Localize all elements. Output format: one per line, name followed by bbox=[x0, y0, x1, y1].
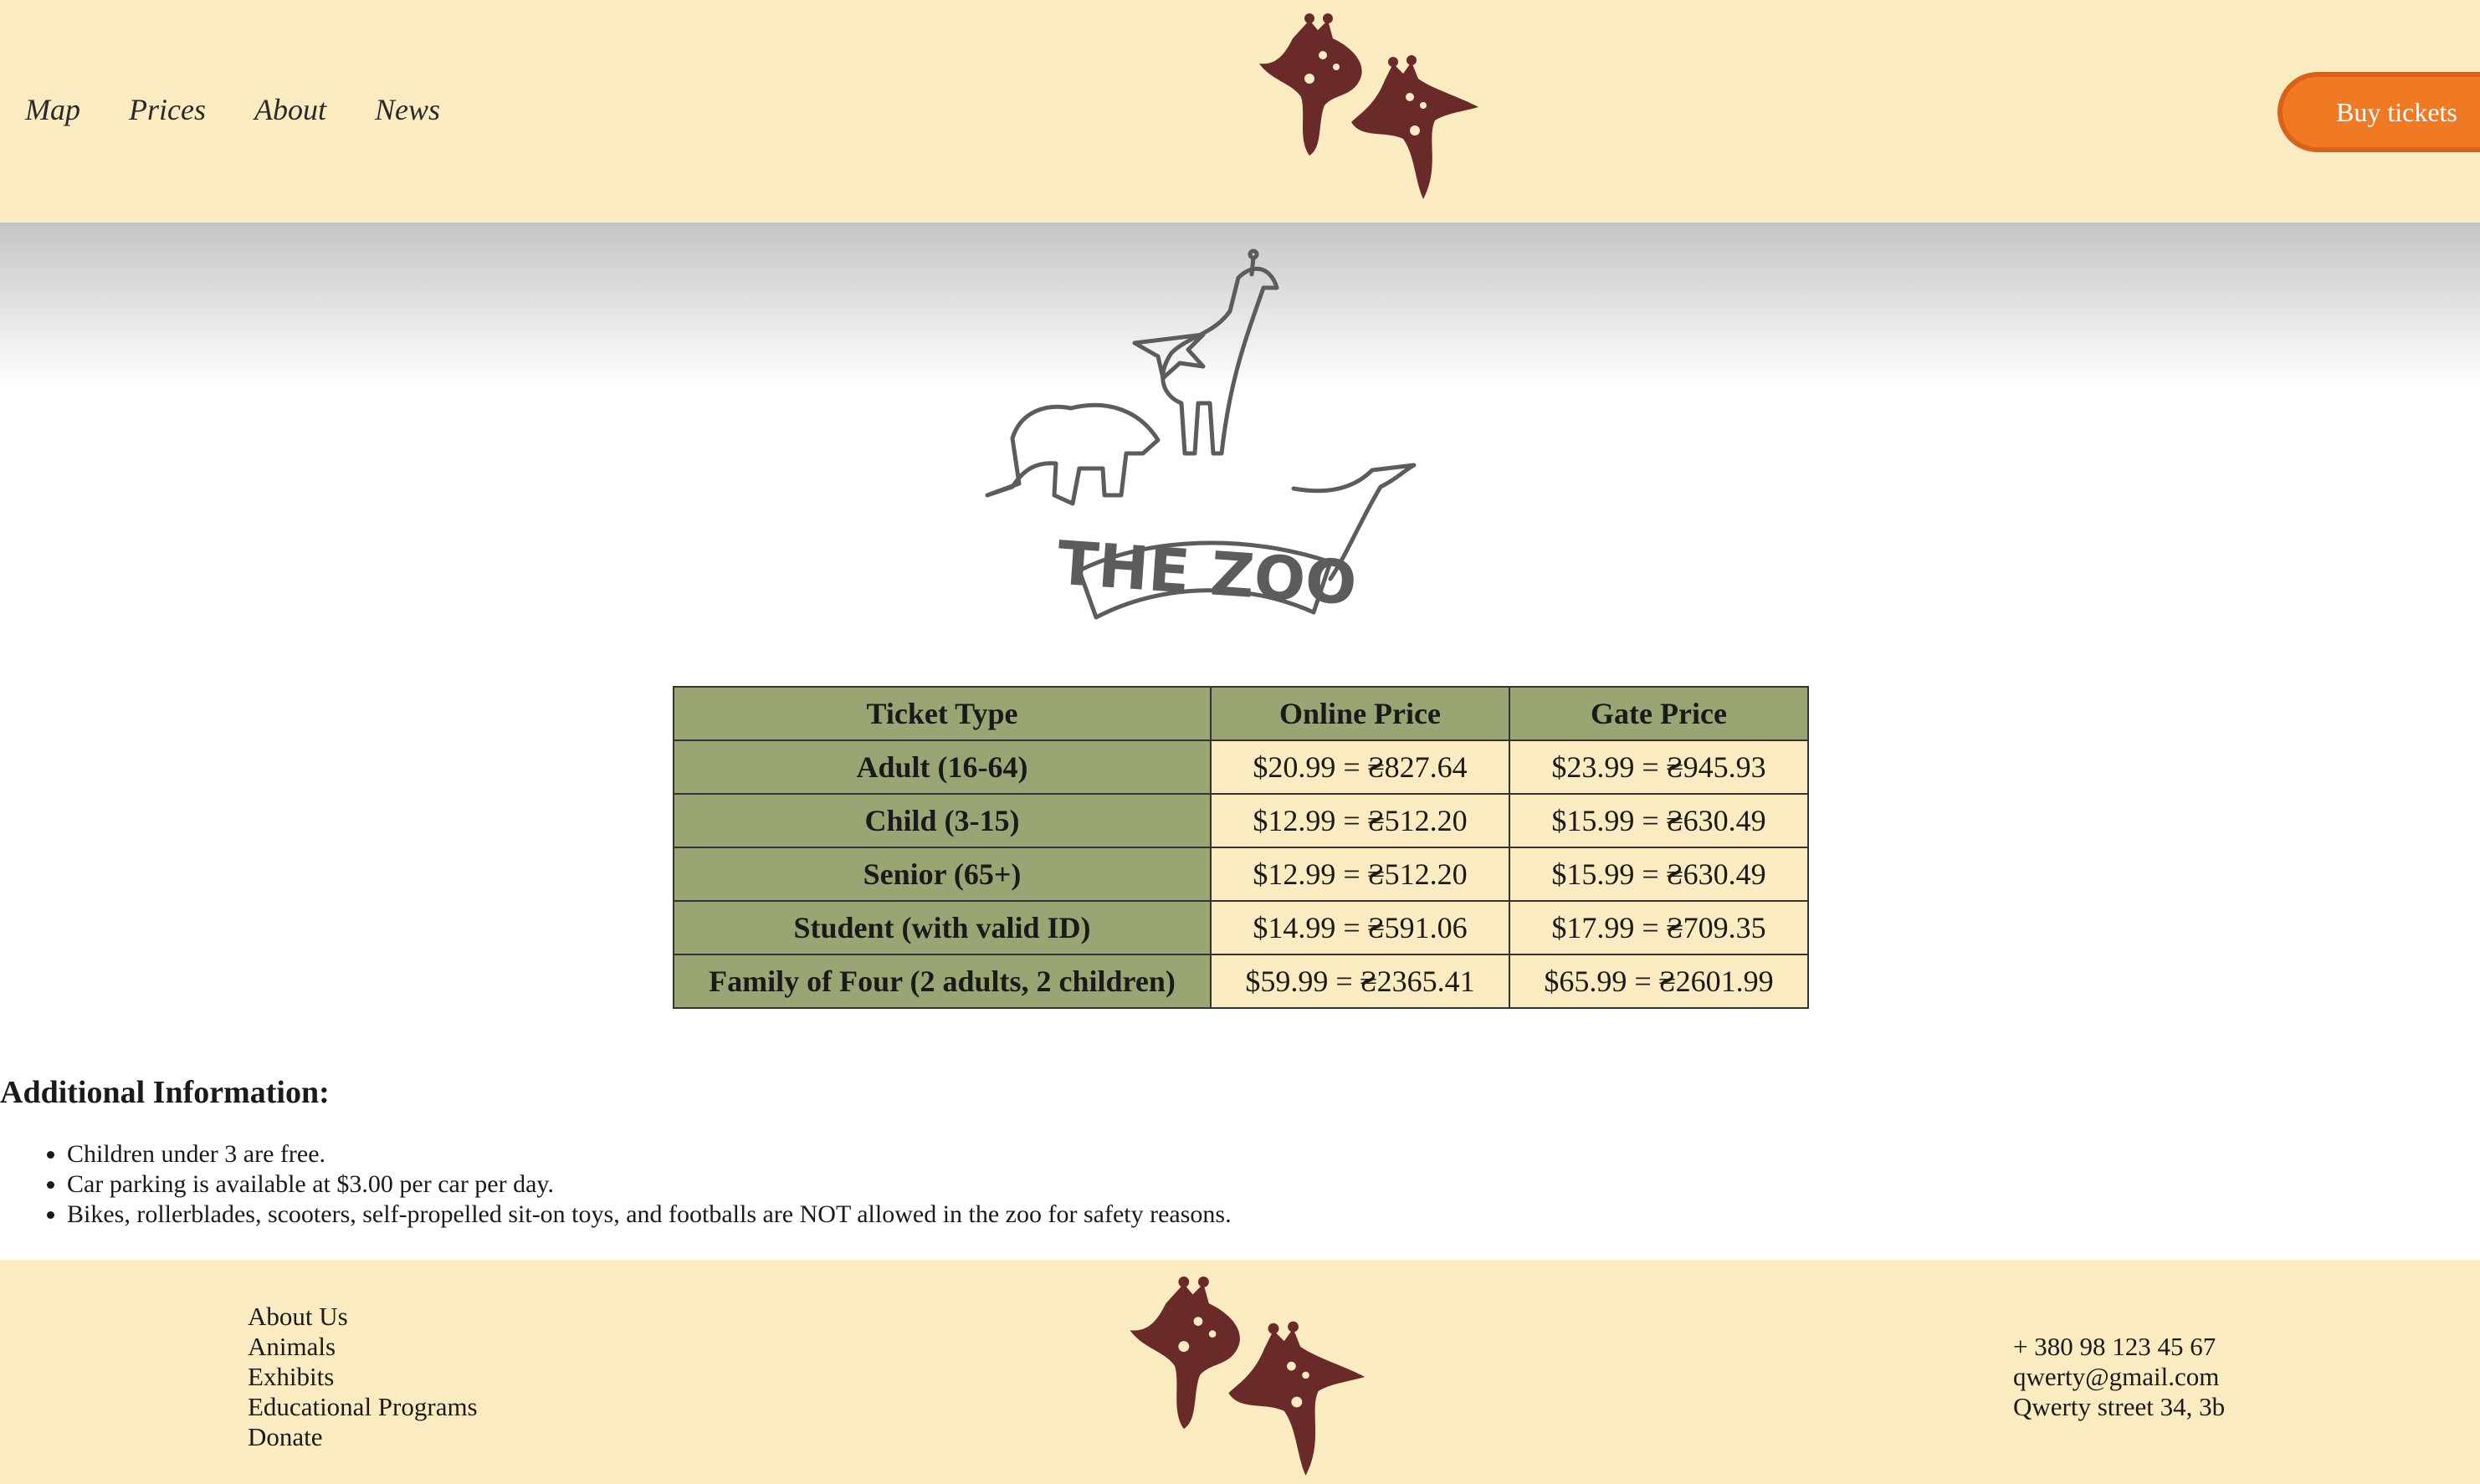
footer-link-educational-programs[interactable]: Educational Programs bbox=[248, 1392, 478, 1422]
footer-links: About Us Animals Exhibits Educational Pr… bbox=[248, 1302, 478, 1452]
nav-link-news[interactable]: News bbox=[375, 87, 440, 132]
list-item: Children under 3 are free. bbox=[67, 1139, 1232, 1169]
contact-address: Qwerty street 34, 3b bbox=[2013, 1392, 2226, 1421]
header-gate-price: Gate Price bbox=[1509, 686, 1809, 741]
table-header-row: Ticket Type Online Price Gate Price bbox=[673, 686, 1809, 741]
gate-price-cell: $15.99 = ₴630.49 bbox=[1509, 793, 1809, 848]
ticket-type-cell: Senior (65+) bbox=[673, 847, 1212, 902]
footer-link-exhibits[interactable]: Exhibits bbox=[248, 1362, 478, 1392]
nav-link-map[interactable]: Map bbox=[25, 87, 80, 132]
buy-tickets-button[interactable]: Buy tickets bbox=[2278, 72, 2480, 152]
header-ticket-type: Ticket Type bbox=[673, 686, 1212, 741]
online-price-cell: $12.99 = ₴512.20 bbox=[1210, 847, 1510, 902]
ticket-type-cell: Student (with valid ID) bbox=[673, 900, 1212, 955]
footer-link-about-us[interactable]: About Us bbox=[248, 1302, 478, 1332]
online-price-cell: $59.99 = ₴2365.41 bbox=[1210, 954, 1510, 1009]
online-price-cell: $12.99 = ₴512.20 bbox=[1210, 793, 1510, 848]
online-price-cell: $14.99 = ₴591.06 bbox=[1210, 900, 1510, 955]
footer-link-animals[interactable]: Animals bbox=[248, 1332, 478, 1362]
list-item: Car parking is available at $3.00 per ca… bbox=[67, 1169, 1232, 1200]
additional-info-list: Children under 3 are free. Car parking i… bbox=[0, 1139, 1232, 1230]
ticket-type-cell: Family of Four (2 adults, 2 children) bbox=[673, 954, 1212, 1009]
site-footer: About Us Animals Exhibits Educational Pr… bbox=[0, 1260, 2480, 1484]
hero-logo-text: THE ZOO bbox=[1055, 528, 1359, 619]
main-nav: Map Prices About News bbox=[25, 87, 489, 132]
additional-info-title: Additional Information: bbox=[0, 1075, 330, 1110]
table-row: Adult (16-64) $20.99 = ₴827.64 $23.99 = … bbox=[673, 739, 1809, 795]
nav-link-about[interactable]: About bbox=[254, 87, 326, 132]
table-row: Child (3-15) $12.99 = ₴512.20 $15.99 = ₴… bbox=[673, 793, 1809, 848]
contact-email: qwerty@gmail.com bbox=[2013, 1362, 2220, 1391]
list-item: Bikes, rollerblades, scooters, self-prop… bbox=[67, 1200, 1232, 1230]
giraffe-logo-icon[interactable] bbox=[1259, 13, 1481, 201]
table-row: Senior (65+) $12.99 = ₴512.20 $15.99 = ₴… bbox=[673, 847, 1809, 902]
ticket-price-table: Ticket Type Online Price Gate Price Adul… bbox=[673, 686, 1809, 1009]
giraffe-logo-icon bbox=[1130, 1277, 1366, 1476]
contact-phone: + 380 98 123 45 67 bbox=[2013, 1332, 2216, 1361]
zoo-hero-logo: THE ZOO bbox=[985, 248, 1417, 620]
ticket-type-cell: Child (3-15) bbox=[673, 793, 1212, 848]
gate-price-cell: $15.99 = ₴630.49 bbox=[1509, 847, 1809, 902]
header-online-price: Online Price bbox=[1210, 686, 1510, 741]
gate-price-cell: $23.99 = ₴945.93 bbox=[1509, 739, 1809, 795]
table-row: Family of Four (2 adults, 2 children) $5… bbox=[673, 954, 1809, 1009]
online-price-cell: $20.99 = ₴827.64 bbox=[1210, 739, 1510, 795]
table-row: Student (with valid ID) $14.99 = ₴591.06… bbox=[673, 900, 1809, 955]
nav-link-prices[interactable]: Prices bbox=[129, 87, 206, 132]
footer-link-donate[interactable]: Donate bbox=[248, 1422, 478, 1452]
site-header: Map Prices About News Buy tickets bbox=[0, 0, 2480, 223]
footer-contact: + 380 98 123 45 67 qwerty@gmail.com Qwer… bbox=[2013, 1332, 2225, 1422]
gate-price-cell: $17.99 = ₴709.35 bbox=[1509, 900, 1809, 955]
ticket-type-cell: Adult (16-64) bbox=[673, 739, 1212, 795]
gate-price-cell: $65.99 = ₴2601.99 bbox=[1509, 954, 1809, 1009]
